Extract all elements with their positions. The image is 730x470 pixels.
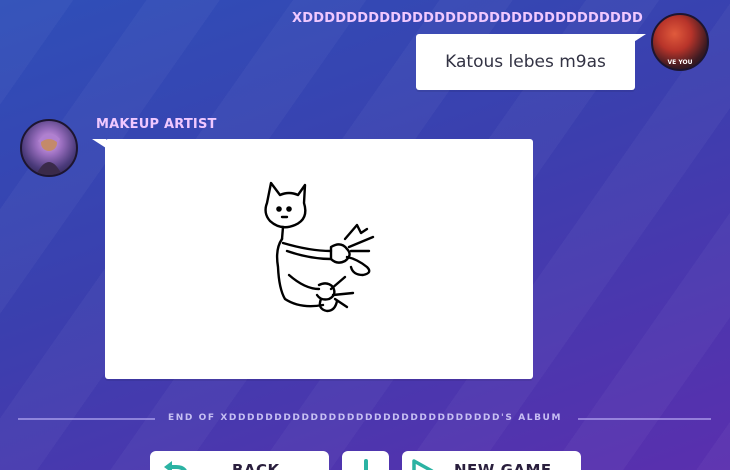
avatar-caption: VE YOU — [667, 59, 693, 66]
play-icon — [412, 459, 434, 470]
player-message-text: Katous lebes m9as — [445, 52, 606, 72]
drawing-bubble-tail — [92, 139, 106, 148]
new-game-button[interactable]: NEW GAME — [402, 451, 581, 470]
back-button[interactable]: BACK — [150, 451, 329, 470]
download-icon — [363, 459, 368, 470]
download-button[interactable] — [342, 451, 389, 470]
bubble-tail — [632, 34, 646, 43]
player-message-bubble: Katous lebes m9as — [416, 34, 635, 90]
back-button-label: BACK — [232, 461, 280, 470]
drawing-bubble — [105, 139, 533, 379]
divider-left — [18, 418, 155, 420]
undo-icon — [164, 461, 187, 470]
divider-right — [578, 418, 711, 420]
drawing-canvas — [264, 181, 375, 313]
album-end-label: END OF XDDDDDDDDDDDDDDDDDDDDDDDDDDDDDD'S… — [167, 413, 563, 423]
player-username: XDDDDDDDDDDDDDDDDDDDDDDDDDDDDDDD — [292, 11, 643, 26]
artist-avatar-figure-icon — [36, 133, 62, 175]
artist-username: MAKEUP ARTIST — [96, 117, 217, 132]
artist-avatar — [20, 119, 78, 177]
new-game-button-label: NEW GAME — [454, 461, 552, 470]
player-avatar: VE YOU — [651, 13, 709, 71]
